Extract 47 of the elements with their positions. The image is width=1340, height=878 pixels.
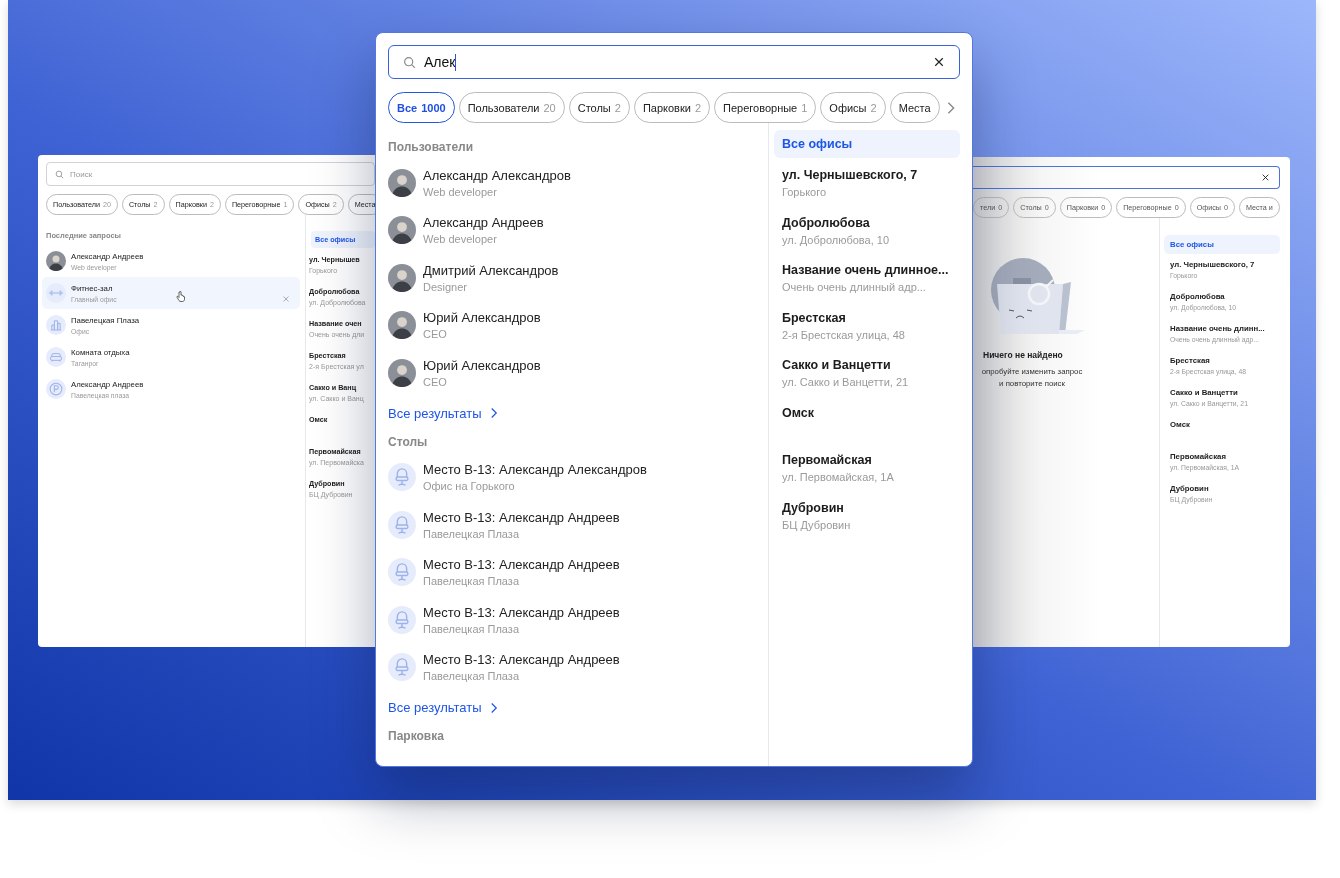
office-item[interactable]: Название очень длинное... Очень очень длинный адр... bbox=[774, 257, 960, 305]
search-field[interactable] bbox=[973, 166, 1280, 189]
search-icon bbox=[55, 169, 64, 179]
result-item[interactable]: Место B-13: Александр Андреев Павелецкая Плаза bbox=[388, 501, 768, 549]
office-item[interactable]: Брестская 2-я Брестская улица, 48 bbox=[774, 304, 960, 352]
avatar bbox=[388, 168, 416, 197]
office-item[interactable]: ул. Чернышевского, 7 Горького bbox=[774, 162, 960, 210]
section-title: Парковка bbox=[388, 728, 445, 745]
chair-icon bbox=[388, 510, 416, 539]
result-item[interactable]: Александр Андреев Web developer bbox=[388, 206, 768, 254]
result-item[interactable]: Юрий Александров CEO bbox=[388, 301, 768, 349]
parking-icon bbox=[46, 379, 66, 399]
all-results-link[interactable]: Все результаты bbox=[388, 396, 500, 430]
close-icon[interactable] bbox=[933, 56, 945, 68]
sofa-icon bbox=[46, 347, 66, 367]
avatar bbox=[388, 263, 416, 292]
result-item[interactable]: Александр Александров Web developer bbox=[388, 159, 768, 207]
avatar bbox=[388, 358, 416, 387]
avatar bbox=[46, 251, 66, 271]
all-results-link[interactable]: Все результаты bbox=[388, 691, 500, 724]
office-item[interactable]: Дубровин БЦ Дубровин bbox=[774, 494, 960, 542]
empty-title: Ничего не найдено bbox=[983, 350, 1063, 360]
avatar bbox=[388, 311, 416, 340]
result-item[interactable]: Юрий Александров CEO bbox=[388, 349, 768, 397]
result-item[interactable]: Место B-13: Александр Александров Офис на Горького bbox=[388, 453, 768, 501]
office-tab[interactable]: Все офисы bbox=[774, 130, 960, 158]
close-icon[interactable] bbox=[1261, 173, 1270, 182]
result-item[interactable]: Место B-13: Александр Андреев Павелецкая Плаза bbox=[388, 643, 768, 691]
chair-icon bbox=[388, 653, 416, 682]
result-item[interactable]: Место B-13: Александр Андреев Павелецкая Плаза bbox=[388, 548, 768, 596]
chair-icon bbox=[388, 463, 416, 492]
search-field[interactable]: Алек bbox=[388, 45, 960, 79]
chair-icon bbox=[388, 558, 416, 587]
office-item[interactable]: Добролюбова ул. Добролюбова, 10 bbox=[774, 209, 960, 257]
search-icon bbox=[403, 55, 416, 69]
building-icon bbox=[46, 315, 66, 335]
avatar bbox=[388, 216, 416, 245]
hand-cursor-icon bbox=[176, 291, 185, 302]
office-item[interactable]: Омск bbox=[774, 399, 960, 447]
office-item[interactable]: Первомайская ул. Первомайская, 1А bbox=[774, 447, 960, 495]
office-item[interactable]: Сакко и Ванцетти ул. Сакко и Ванцетти, 21 bbox=[774, 352, 960, 400]
result-item[interactable]: Место B-13: Александр Андреев Павелецкая Плаза bbox=[388, 596, 768, 644]
section-title: Пользователи bbox=[388, 139, 475, 156]
section-title: Столы bbox=[388, 433, 429, 451]
dumbbell-icon bbox=[46, 283, 66, 303]
chair-icon bbox=[388, 605, 416, 634]
result-item[interactable]: Дмитрий Александров Designer bbox=[388, 254, 768, 302]
